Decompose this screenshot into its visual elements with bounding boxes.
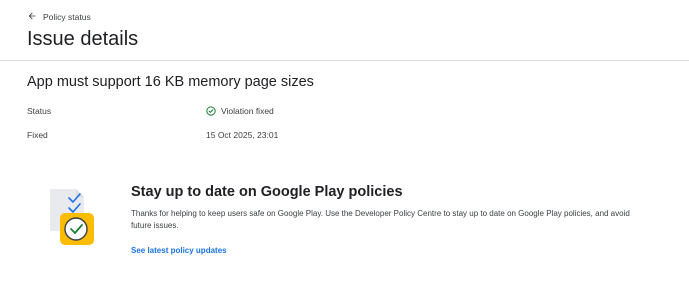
promo-body: Thanks for helping to keep users safe on… [131,209,630,230]
header-divider [0,60,689,61]
promo-title: Stay up to date on Google Play policies [131,184,403,200]
issue-title: App must support 16 KB memory page sizes [27,74,314,90]
arrow-left-icon [27,11,37,23]
fixed-label: Fixed [27,130,48,140]
status-value: Violation fixed [206,106,274,116]
back-link-label: Policy status [43,12,91,22]
fixed-date: 15 Oct 2025, 23:01 [206,130,279,140]
see-latest-policy-updates-link[interactable]: See latest policy updates [131,246,227,255]
check-circle-icon [206,106,216,116]
policy-checklist-illustration [48,187,96,247]
status-label: Status [27,106,52,116]
status-text: Violation fixed [221,106,274,116]
page-title: Issue details [27,28,139,50]
back-link-policy-status[interactable]: Policy status [27,11,91,23]
